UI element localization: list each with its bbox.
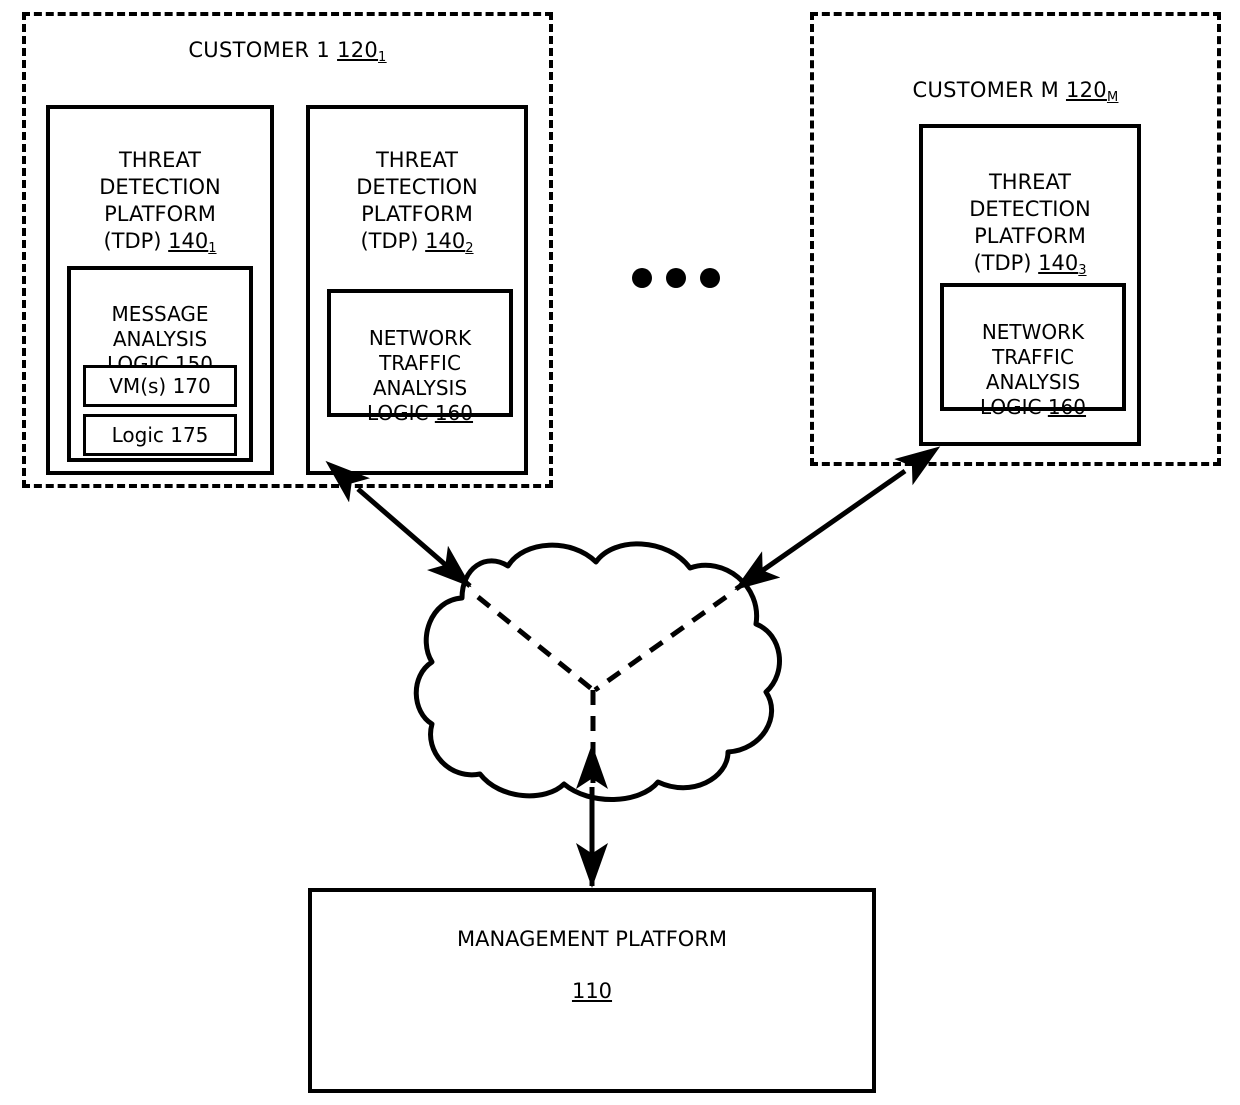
- message-analysis-logic-box: MESSAGE ANALYSIS LOGIC 150 VM(s) 170 Log…: [67, 266, 253, 462]
- customer-1-ref: 1201: [337, 38, 387, 66]
- network-traffic-analysis-logic-label-1: NETWORK TRAFFIC ANALYSIS LOGIC 160: [331, 301, 509, 426]
- logic-box: Logic 175: [83, 414, 237, 456]
- network-label: NETWORK 130: [423, 568, 783, 626]
- management-platform-ref: 110: [312, 979, 872, 1003]
- ellipsis-dot: [632, 268, 652, 288]
- figure-canvas: CUSTOMER 1 1201 THREAT DETECTION PLATFOR…: [0, 0, 1240, 1105]
- management-platform-label-text: MANAGEMENT PLATFORM: [456, 927, 728, 951]
- ntal-1-ref: 160: [434, 401, 474, 425]
- management-platform-label: MANAGEMENT PLATFORM: [312, 927, 872, 951]
- network-ref: 130: [582, 599, 624, 623]
- tdp-1-label: THREAT DETECTION PLATFORM (TDP) 1401: [50, 120, 270, 255]
- customer-1-title-text: CUSTOMER 1: [188, 38, 338, 62]
- customer-m-title-text: CUSTOMER M: [912, 78, 1066, 102]
- vms-box: VM(s) 170: [83, 365, 237, 407]
- vms-label: VM(s) 170: [109, 374, 211, 398]
- message-analysis-logic-label: MESSAGE ANALYSIS LOGIC 150: [71, 277, 249, 377]
- network-traffic-analysis-logic-box-2: NETWORK TRAFFIC ANALYSIS LOGIC 160: [940, 283, 1126, 419]
- tdp-3-label: THREAT DETECTION PLATFORM (TDP) 1403: [923, 142, 1137, 277]
- customer-ellipsis: [632, 268, 720, 288]
- customer-m-ref: 120M: [1065, 78, 1119, 106]
- ntal-2-ref: 160: [1047, 395, 1087, 419]
- tdp-3-ref: 1403: [1038, 251, 1087, 279]
- ellipsis-dot: [666, 268, 686, 288]
- customer-1-title: CUSTOMER 1 1201: [26, 38, 549, 66]
- tdp-1-box: THREAT DETECTION PLATFORM (TDP) 1401 MES…: [46, 105, 274, 475]
- management-platform-ref-text: 110: [571, 979, 613, 1003]
- tdp-2-label: THREAT DETECTION PLATFORM (TDP) 1402: [310, 120, 524, 255]
- network-label-text: NETWORK: [549, 570, 657, 594]
- logic-label: Logic 175: [111, 423, 209, 447]
- network-traffic-analysis-logic-box-1: NETWORK TRAFFIC ANALYSIS LOGIC 160: [327, 289, 513, 425]
- ellipsis-dot: [700, 268, 720, 288]
- customer-m-title: CUSTOMER M 120M: [814, 78, 1217, 106]
- management-platform-box: MANAGEMENT PLATFORM 110: [308, 888, 876, 1093]
- tdp-1-ref: 1401: [168, 229, 217, 257]
- tdp-2-box: THREAT DETECTION PLATFORM (TDP) 1402 NET…: [306, 105, 528, 475]
- network-traffic-analysis-logic-label-2: NETWORK TRAFFIC ANALYSIS LOGIC 160: [944, 295, 1122, 420]
- tdp-3-box: THREAT DETECTION PLATFORM (TDP) 1403 NET…: [919, 124, 1141, 446]
- tdp-2-ref: 1402: [425, 229, 474, 257]
